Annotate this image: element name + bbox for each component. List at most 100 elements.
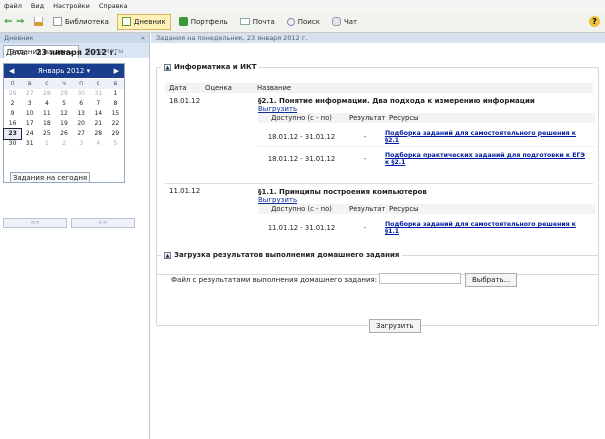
calendar-day[interactable]: 22: [107, 119, 124, 129]
calendar-day[interactable]: 30: [73, 89, 90, 99]
download-link[interactable]: Выгрузить: [258, 196, 297, 204]
search-button[interactable]: Поиск: [283, 14, 324, 30]
calendar-day[interactable]: 1: [38, 139, 55, 149]
prev-month-icon[interactable]: ◀: [9, 67, 14, 75]
col-resources: Ресурсы: [389, 205, 419, 213]
next-button[interactable]: >>: [71, 218, 135, 228]
chat-button[interactable]: Чат: [328, 14, 361, 30]
diary-button[interactable]: Дневник: [116, 13, 171, 30]
calendar-day[interactable]: 19: [55, 119, 72, 129]
calendar-day[interactable]: 6: [73, 99, 90, 109]
calendar-day[interactable]: 9: [4, 109, 21, 119]
calendar-day[interactable]: 3: [21, 99, 38, 109]
calendar-day[interactable]: 24: [21, 129, 38, 139]
calendar-day[interactable]: 27: [21, 89, 38, 99]
calendar-day[interactable]: 31: [90, 89, 107, 99]
col-result: Результат: [349, 114, 386, 122]
calendar-day[interactable]: 31: [21, 139, 38, 149]
date-value: 23 января 2012 г.: [35, 48, 117, 57]
calendar: ◀ Январь 2012 ▾ ▶ пвсчпсв 26 27 28 29 30 31 1 23…: [2, 63, 125, 183]
calendar-day[interactable]: 4: [38, 99, 55, 109]
today-tasks-button[interactable]: Задания на сегодня: [10, 172, 90, 183]
calendar-day[interactable]: 5: [107, 139, 124, 149]
panel-title: Дневник: [4, 34, 34, 42]
menu-file[interactable]: файл: [4, 2, 22, 10]
menu-help[interactable]: Справка: [99, 2, 128, 10]
resource-period: 18.01.12 - 31.01.12: [267, 132, 336, 141]
resource-link[interactable]: Подборка заданий для самостоятельного ре…: [385, 130, 585, 144]
next-month-icon[interactable]: ▶: [114, 67, 119, 75]
day-name: ч: [55, 79, 73, 89]
calendar-day[interactable]: 17: [21, 119, 38, 129]
menu-settings[interactable]: Настройки: [53, 2, 90, 10]
calendar-day[interactable]: 13: [73, 109, 90, 119]
calendar-day[interactable]: 28: [90, 129, 107, 139]
calendar-day[interactable]: 29: [55, 89, 72, 99]
calendar-day[interactable]: 7: [90, 99, 107, 109]
resource-row: 18.01.12 - 31.01.12 - Подборка заданий д…: [258, 127, 595, 147]
menu-view[interactable]: Вид: [31, 2, 44, 10]
subject-title: Информатика и ИКТ: [174, 63, 257, 71]
resource-period: 11.01.12 - 31.01.12: [267, 224, 336, 232]
calendar-day[interactable]: 5: [55, 99, 72, 109]
upload-label: Файл с результатами выполнения домашнего…: [171, 276, 378, 284]
file-path-input[interactable]: [379, 273, 461, 284]
search-label: Поиск: [297, 17, 320, 26]
calendar-day[interactable]: 26: [55, 129, 72, 139]
day-name: п: [72, 79, 90, 89]
calendar-day[interactable]: 3: [73, 139, 90, 149]
week-nav: << >>: [3, 218, 135, 228]
calendar-day[interactable]: 4: [90, 139, 107, 149]
forward-arrow-icon[interactable]: ⇒: [16, 16, 28, 27]
calendar-day[interactable]: 2: [55, 139, 72, 149]
mail-button[interactable]: Почта: [236, 14, 279, 30]
calendar-day[interactable]: 2: [4, 99, 21, 109]
day-name: с: [38, 79, 56, 89]
library-button[interactable]: Библиотека: [49, 14, 113, 30]
calendar-day[interactable]: 28: [38, 89, 55, 99]
toggle-icon[interactable]: ▲: [164, 251, 171, 259]
help-icon[interactable]: ?: [589, 16, 600, 27]
calendar-day[interactable]: 30: [4, 139, 21, 149]
calendar-day[interactable]: 26: [4, 89, 21, 99]
portfolio-label: Портфель: [190, 17, 228, 26]
day-name: п: [4, 79, 22, 89]
prev-button[interactable]: <<: [3, 218, 67, 228]
day-name: с: [89, 79, 107, 89]
lesson-title: §2.1. Понятие информации. Два подхода к …: [258, 97, 535, 105]
calendar-day[interactable]: 25: [38, 129, 55, 139]
home-icon[interactable]: [34, 17, 43, 26]
col-date: Дата: [169, 84, 187, 92]
calendar-day[interactable]: 15: [107, 109, 124, 119]
calendar-day[interactable]: 10: [21, 109, 38, 119]
upload-title: Загрузка результатов выполнения домашнег…: [174, 251, 400, 259]
collapse-icon[interactable]: «: [141, 34, 145, 42]
calendar-day[interactable]: 18: [38, 119, 55, 129]
upload-button[interactable]: Загрузить: [369, 319, 421, 333]
mail-label: Почта: [252, 17, 275, 26]
calendar-day[interactable]: 20: [73, 119, 90, 129]
portfolio-button[interactable]: Портфель: [175, 14, 232, 30]
resource-link[interactable]: Подборка заданий для самостоятельного ре…: [385, 221, 585, 235]
calendar-day-selected[interactable]: 23: [2, 128, 23, 140]
mail-icon: [239, 18, 250, 25]
calendar-day[interactable]: 29: [107, 129, 124, 139]
calendar-day[interactable]: 11: [38, 109, 55, 119]
calendar-day[interactable]: 14: [90, 109, 107, 119]
toggle-icon[interactable]: ▲: [164, 63, 171, 71]
lesson-date: 18.01.12: [169, 97, 201, 105]
calendar-day[interactable]: 1: [107, 89, 124, 99]
calendar-day[interactable]: 16: [4, 119, 21, 129]
download-link[interactable]: Выгрузить: [258, 105, 297, 113]
calendar-day[interactable]: 12: [55, 109, 72, 119]
upload-legend: ▲ Загрузка результатов выполнения домашне…: [161, 251, 403, 259]
calendar-header: ◀ Январь 2012 ▾ ▶: [4, 64, 124, 78]
choose-file-button[interactable]: Выбрать...: [465, 273, 518, 287]
resource-link[interactable]: Подборка практических заданий для подгот…: [385, 152, 585, 166]
calendar-day[interactable]: 27: [73, 129, 90, 139]
lesson-date: 11.01.12: [169, 187, 201, 195]
calendar-month[interactable]: Январь 2012 ▾: [38, 67, 90, 75]
calendar-day[interactable]: 21: [90, 119, 107, 129]
calendar-day[interactable]: 8: [107, 99, 124, 109]
back-arrow-icon[interactable]: ⇐: [4, 16, 16, 27]
